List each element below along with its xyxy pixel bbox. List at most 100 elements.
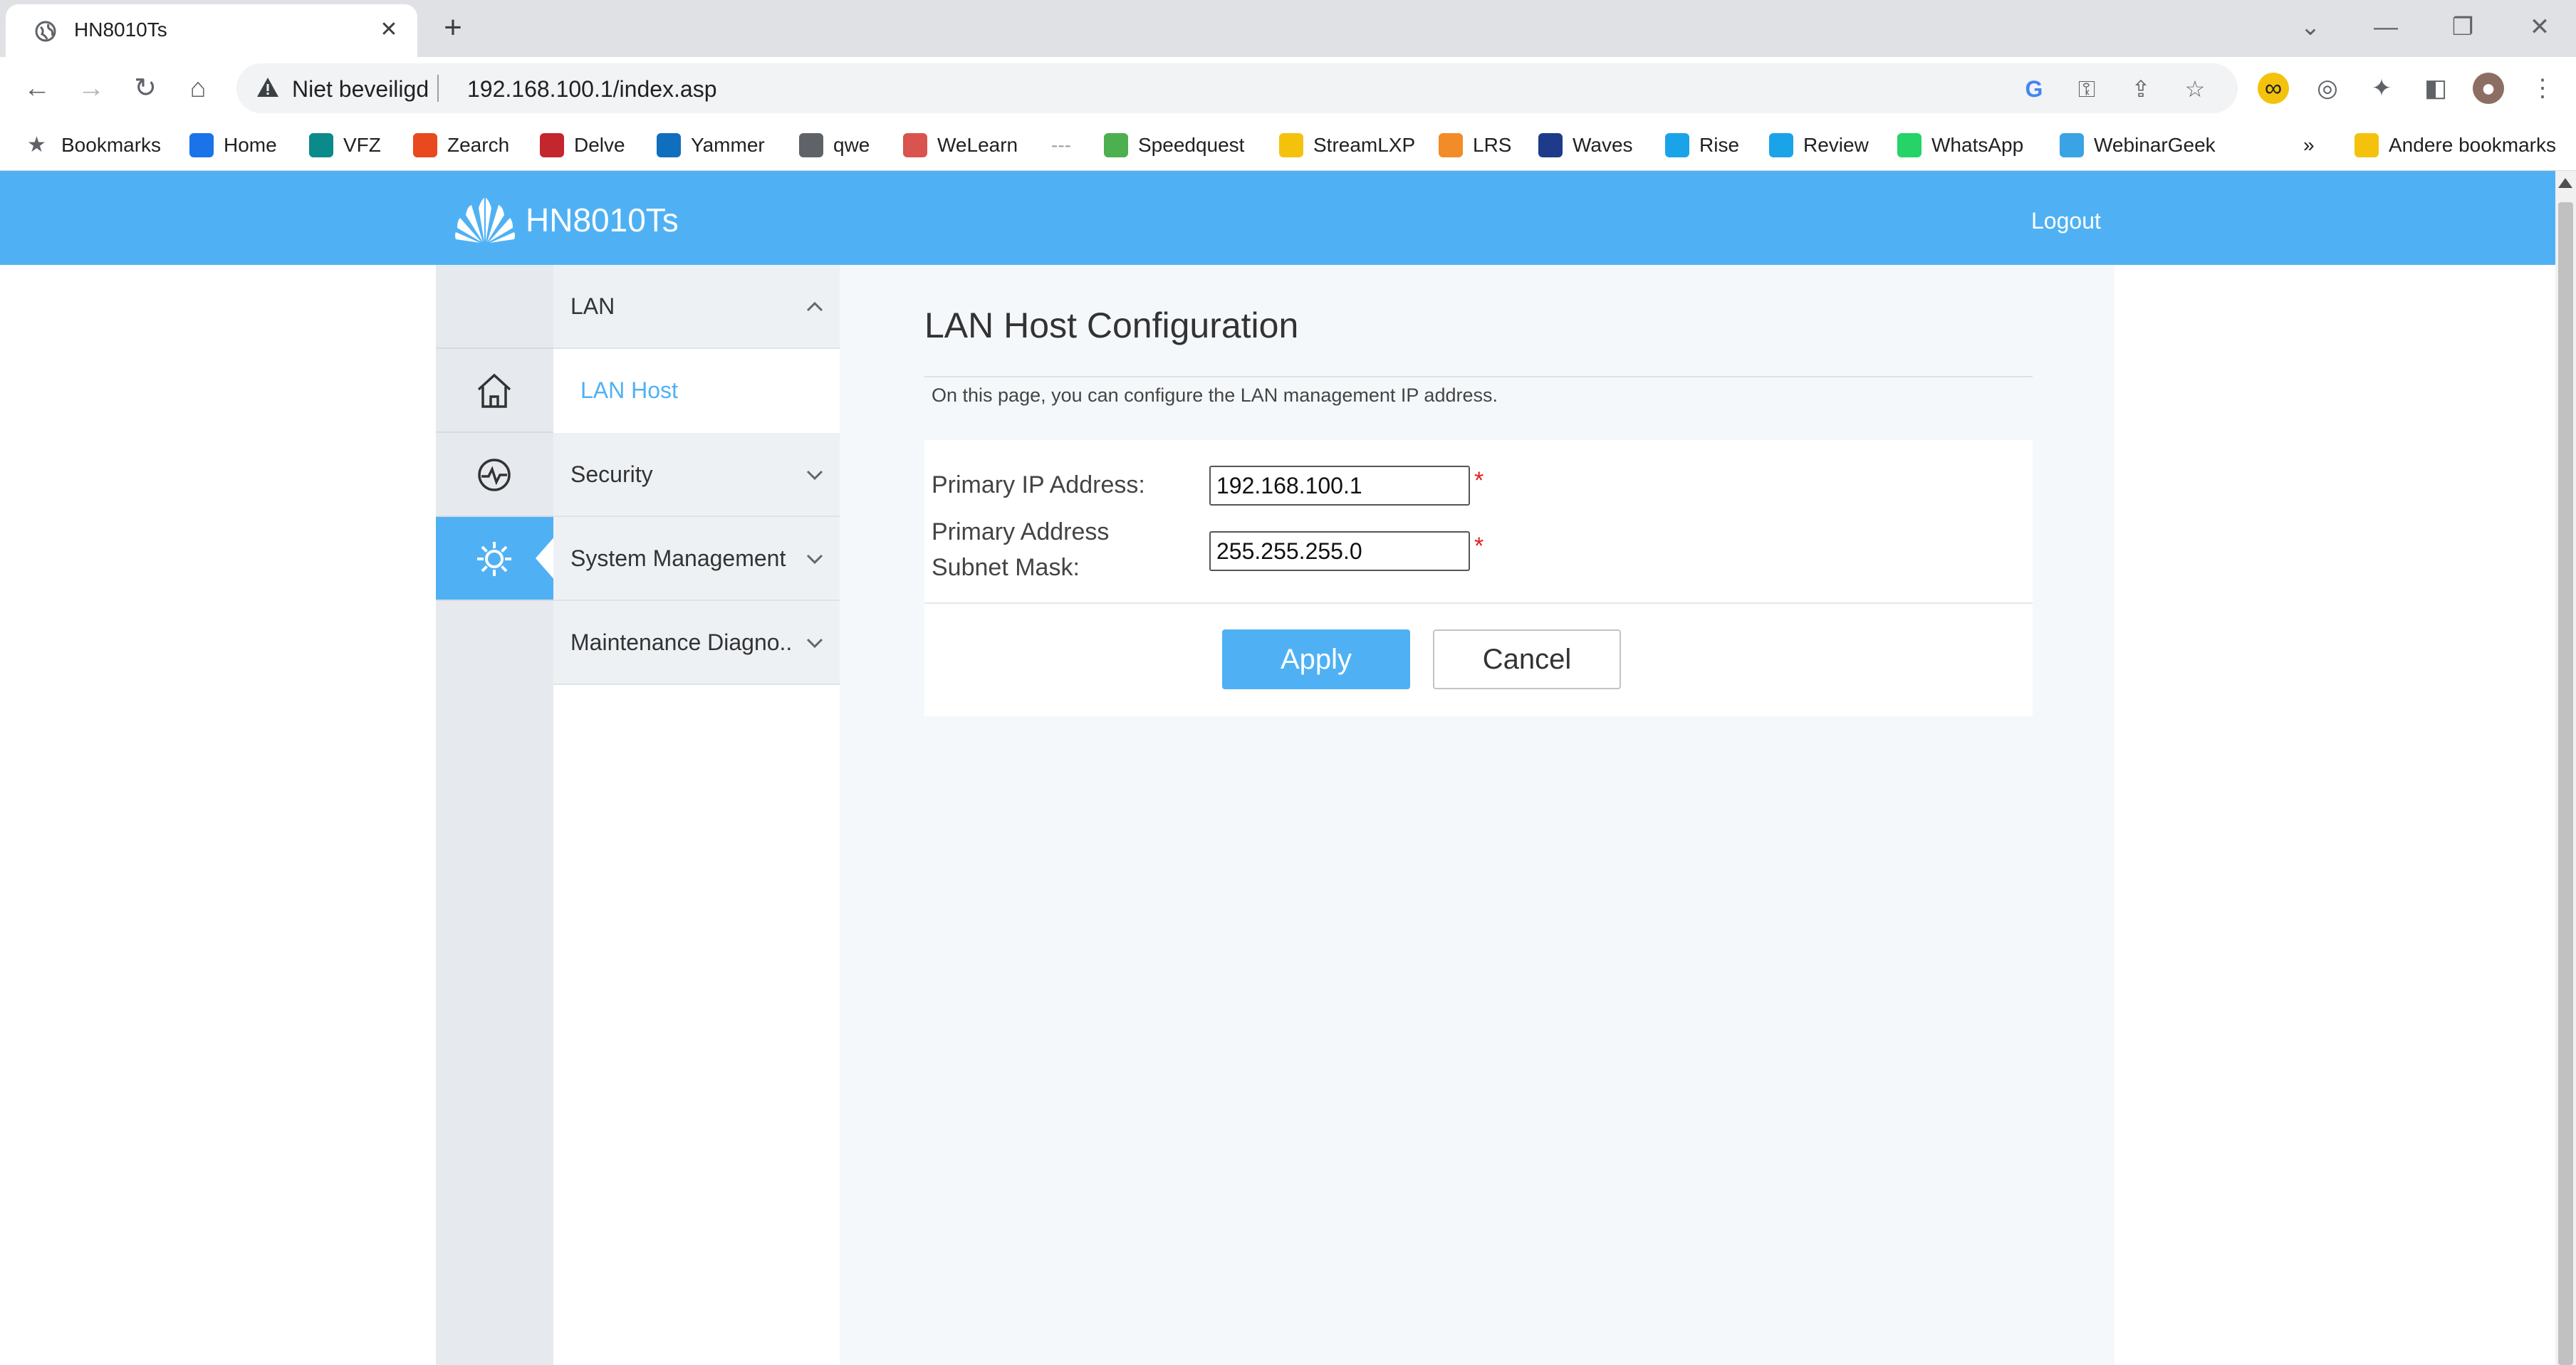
browser-tab-strip: HN8010Ts ✕ + ⌄ — ❐ ✕ xyxy=(0,0,2576,57)
bookmarks-overflow-button[interactable]: » xyxy=(2303,130,2315,161)
bookmark-item[interactable]: Rise xyxy=(1665,130,1739,161)
menu-lan-host[interactable]: LAN Host xyxy=(553,349,840,433)
primary-ip-input[interactable] xyxy=(1209,466,1470,506)
bookmark-item[interactable]: Speedquest xyxy=(1104,130,1244,161)
bookmark-label: Speedquest xyxy=(1138,134,1245,156)
bookmark-item[interactable]: Waves xyxy=(1538,130,1633,161)
bookmark-favicon-icon xyxy=(189,132,214,157)
logout-link[interactable]: Logout xyxy=(2031,208,2101,234)
cancel-button[interactable]: Cancel xyxy=(1433,629,1621,689)
bookmark-favicon-icon xyxy=(1104,132,1128,157)
warning-triangle-icon xyxy=(257,78,278,97)
menu-maintenance-diagnosis[interactable]: Maintenance Diagno.. xyxy=(553,601,840,685)
sidebar-menu: LAN LAN Host Security System Management … xyxy=(553,265,840,1365)
bookmarks-bar: ★ Bookmarks Home VFZ Zearch Delve Yammer qwe WeL… xyxy=(0,120,2576,171)
url-text: 192.168.100.1/index.asp xyxy=(467,76,717,102)
tab-search-chevron-icon[interactable]: ⌄ xyxy=(2289,7,2332,47)
home-page-icon[interactable]: ⌂ xyxy=(181,71,215,105)
bookmark-label: VFZ xyxy=(343,134,381,156)
extension-glasses-icon[interactable]: ∞ xyxy=(2258,73,2289,104)
apply-button[interactable]: Apply xyxy=(1222,629,1410,689)
bookmark-favicon-icon xyxy=(540,132,564,157)
settings-gear-icon xyxy=(477,542,511,576)
bookmark-item[interactable]: Delve xyxy=(540,130,625,161)
side-panel-icon[interactable]: ◧ xyxy=(2420,73,2451,104)
sidebar-icon-spacer xyxy=(436,265,553,349)
menu-system-management[interactable]: System Management xyxy=(553,517,840,601)
bookmark-favicon-icon xyxy=(1439,132,1463,157)
bookmark-item[interactable]: Review xyxy=(1769,130,1869,161)
extensions-puzzle-icon[interactable]: ✦ xyxy=(2366,73,2397,104)
huawei-logo-icon xyxy=(455,198,515,243)
sidebar-home-button[interactable] xyxy=(436,349,553,433)
menu-security-label: Security xyxy=(570,461,653,487)
home-icon xyxy=(477,373,511,408)
close-tab-icon[interactable]: ✕ xyxy=(376,17,402,43)
bookmark-separator: --- xyxy=(1051,134,1071,156)
bookmark-favicon-icon xyxy=(1538,132,1563,157)
chevron-down-icon xyxy=(806,554,823,565)
star-icon: ★ xyxy=(27,132,46,157)
bookmark-item[interactable]: qwe xyxy=(799,130,870,161)
sidebar-settings-button[interactable] xyxy=(436,517,556,601)
bookmark-favicon-icon xyxy=(2060,132,2084,157)
bookmark-item[interactable]: Home xyxy=(189,130,277,161)
bookmark-item[interactable]: LRS xyxy=(1439,130,1511,161)
form-divider xyxy=(924,602,2033,604)
bookmark-favicon-icon xyxy=(1897,132,1921,157)
bookmark-item[interactable]: Yammer xyxy=(657,130,765,161)
address-bar[interactable]: Niet beveiligd 192.168.100.1/index.asp G… xyxy=(236,63,2238,113)
share-icon[interactable]: ⇪ xyxy=(2127,75,2155,103)
bookmark-star-icon[interactable]: ☆ xyxy=(2181,75,2209,103)
close-window-icon[interactable]: ✕ xyxy=(2518,7,2561,47)
title-divider xyxy=(924,376,2033,377)
bookmark-favicon-icon xyxy=(657,132,681,157)
menu-security[interactable]: Security xyxy=(553,433,840,517)
browser-tab[interactable]: HN8010Ts ✕ xyxy=(6,4,417,57)
bookmark-item[interactable]: WhatsApp xyxy=(1897,130,2023,161)
more-menu-icon[interactable]: ⋮ xyxy=(2527,73,2558,104)
address-separator xyxy=(437,75,439,102)
bookmark-label: Waves xyxy=(1573,134,1633,156)
bookmark-label: Home xyxy=(224,134,277,156)
page-scrollbar[interactable] xyxy=(2555,171,2576,1365)
forward-arrow-icon[interactable]: → xyxy=(74,71,108,105)
bookmark-item[interactable]: Zearch xyxy=(413,130,509,161)
new-tab-button[interactable]: + xyxy=(434,10,471,47)
menu-maintenance-label: Maintenance Diagno.. xyxy=(570,629,793,655)
bookmark-item[interactable]: StreamLXP xyxy=(1279,130,1415,161)
chevron-up-icon xyxy=(806,301,823,312)
restore-window-icon[interactable]: ❐ xyxy=(2441,7,2484,47)
bookmark-item[interactable]: ★ Bookmarks xyxy=(27,130,161,161)
profile-avatar[interactable]: ● xyxy=(2473,73,2504,104)
bookmark-item[interactable]: VFZ xyxy=(309,130,381,161)
bookmark-favicon-icon xyxy=(1769,132,1793,157)
active-pointer xyxy=(536,535,556,581)
menu-lan[interactable]: LAN xyxy=(553,265,840,349)
scroll-up-arrow-icon[interactable] xyxy=(2558,178,2572,188)
bookmark-favicon-icon xyxy=(799,132,823,157)
google-translate-icon[interactable]: G xyxy=(2020,75,2048,103)
bookmark-label: Zearch xyxy=(447,134,510,156)
key-icon[interactable]: ⚿ xyxy=(2072,75,2101,103)
bookmark-label: StreamLXP xyxy=(1313,134,1416,156)
scrollbar-thumb[interactable] xyxy=(2558,202,2573,1365)
bookmark-label: WebinarGeek xyxy=(2094,134,2216,156)
menu-lan-label: LAN xyxy=(570,293,615,319)
primary-ip-label: Primary IP Address: xyxy=(932,471,1145,498)
lan-host-form: Primary IP Address: * Primary Address Su… xyxy=(924,440,2033,716)
bookmark-item[interactable]: WeLearn xyxy=(903,130,1018,161)
bookmark-favicon-icon xyxy=(413,132,437,157)
bookmark-item[interactable]: WebinarGeek xyxy=(2060,130,2216,161)
minimize-window-icon[interactable]: — xyxy=(2364,7,2407,47)
bookmark-favicon-icon xyxy=(1279,132,1303,157)
back-arrow-icon[interactable]: ← xyxy=(20,71,54,105)
reload-icon[interactable]: ↻ xyxy=(128,71,162,105)
extension-shield-icon[interactable]: ◎ xyxy=(2312,73,2343,104)
other-bookmarks-folder[interactable]: Andere bookmarks xyxy=(2355,130,2556,161)
subnet-mask-input[interactable] xyxy=(1209,531,1470,571)
other-bookmarks-label: Andere bookmarks xyxy=(2389,134,2557,156)
sidebar-status-button[interactable] xyxy=(436,433,553,517)
bookmark-label: Delve xyxy=(574,134,625,156)
menu-system-management-label: System Management xyxy=(570,545,786,571)
